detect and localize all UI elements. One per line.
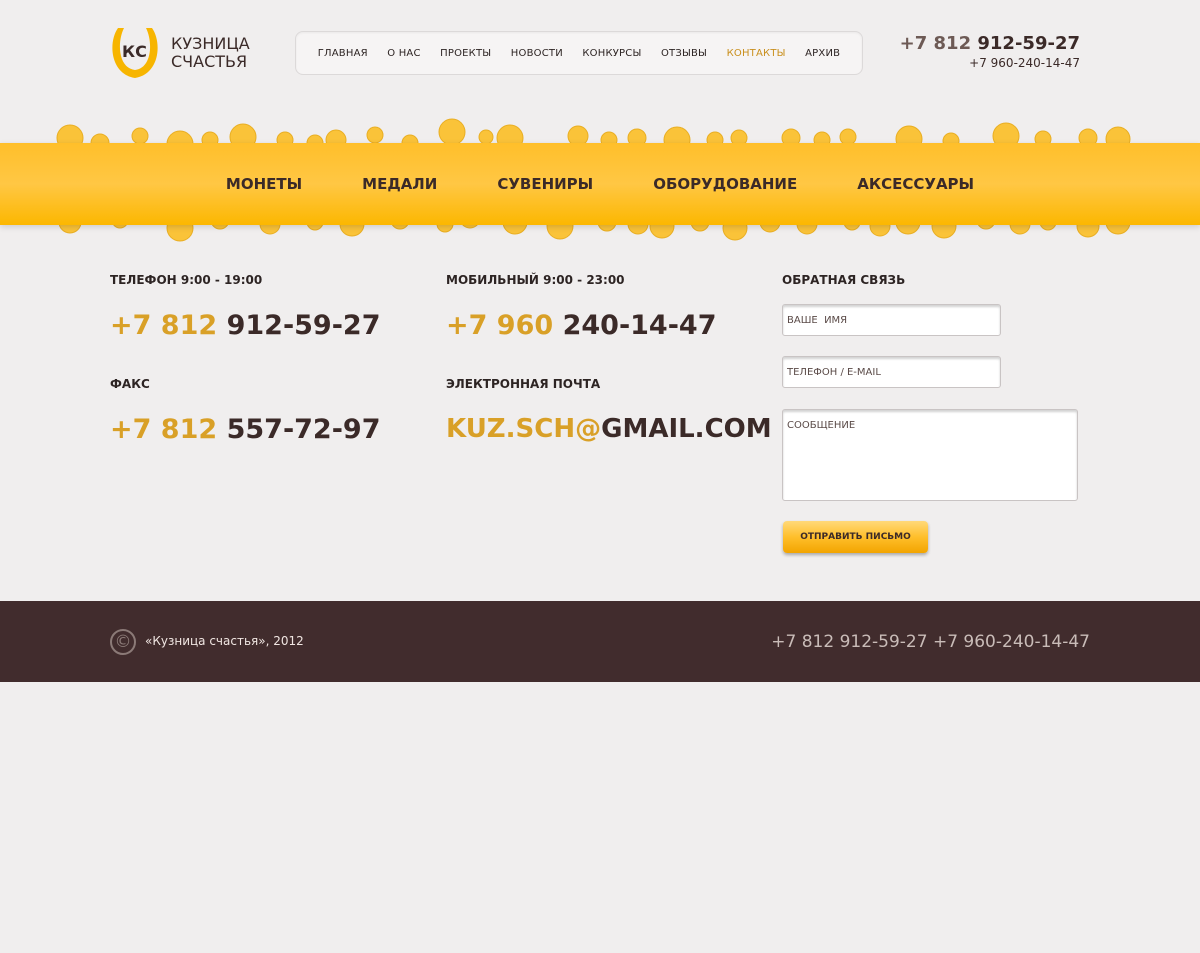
nav-item-reviews[interactable]: ОТЗЫВЫ <box>661 48 707 59</box>
phone-code: +7 812 <box>110 310 218 341</box>
header-phone-secondary: +7 960-240-14-47 <box>969 56 1080 70</box>
email-domain: GMAIL.COM <box>601 414 772 444</box>
mobile-code: +7 960 <box>446 310 554 341</box>
header-phone-code: +7 812 <box>899 33 972 54</box>
logo-line-1: КУЗНИЦА <box>171 34 250 53</box>
fax-label: ФАКС <box>110 377 150 391</box>
footer: © «Кузница счастья», 2012 +7 812 912-59-… <box>0 601 1200 682</box>
fax-code: +7 812 <box>110 414 218 445</box>
send-message-button[interactable]: ОТПРАВИТЬ ПИСЬМО <box>783 521 928 553</box>
coin-decoration <box>131 127 149 145</box>
nav-item-about[interactable]: О НАС <box>387 48 420 59</box>
header-phone-number: 912-59-27 <box>977 33 1080 54</box>
footer-phones: +7 812 912-59-27 +7 960-240-14-47 <box>771 632 1090 652</box>
coin-decoration <box>438 118 466 146</box>
phone-number: 912-59-27 <box>226 310 381 341</box>
phone-label: ТЕЛЕФОН 9:00 - 19:00 <box>110 273 263 287</box>
nav-item-news[interactable]: НОВОСТИ <box>511 48 563 59</box>
copyright-icon: © <box>110 629 136 655</box>
header-phone-main: +7 812 912-59-27 <box>900 33 1080 54</box>
category-equipment[interactable]: ОБОРУДОВАНИЕ <box>653 175 797 193</box>
top-navigation: ГЛАВНАЯ О НАС ПРОЕКТЫ НОВОСТИ КОНКУРСЫ О… <box>295 31 863 75</box>
fax-number: 557-72-97 <box>226 414 381 445</box>
feedback-title: ОБРАТНАЯ СВЯЗЬ <box>782 273 906 287</box>
name-input[interactable] <box>782 304 1001 336</box>
mobile-value: +7 960 240-14-47 <box>446 310 717 341</box>
phone-value: +7 812 912-59-27 <box>110 310 381 341</box>
nav-item-archive[interactable]: АРХИВ <box>805 48 840 59</box>
header: КС КУЗНИЦА СЧАСТЬЯ ГЛАВНАЯ О НАС ПРОЕКТЫ… <box>0 0 1200 110</box>
message-textarea[interactable] <box>782 409 1078 501</box>
mobile-label: МОБИЛЬНЫЙ 9:00 - 23:00 <box>446 273 625 287</box>
nav-item-home[interactable]: ГЛАВНАЯ <box>318 48 368 59</box>
category-souvenirs[interactable]: СУВЕНИРЫ <box>497 175 593 193</box>
fax-value: +7 812 557-72-97 <box>110 414 381 445</box>
nav-item-contacts[interactable]: КОНТАКТЫ <box>727 48 786 59</box>
logo-mark-text: КС <box>122 42 147 61</box>
logo-line-2: СЧАСТЬЯ <box>171 52 248 71</box>
nav-item-projects[interactable]: ПРОЕКТЫ <box>440 48 491 59</box>
copyright-text: «Кузница счастья», 2012 <box>145 634 304 648</box>
nav-item-contests[interactable]: КОНКУРСЫ <box>582 48 641 59</box>
coin-decoration <box>478 129 494 145</box>
category-menu: МОНЕТЫ МЕДАЛИ СУВЕНИРЫ ОБОРУДОВАНИЕ АКСЕ… <box>0 143 1200 225</box>
email-user: KUZ.SCH@ <box>446 414 602 444</box>
email-label: ЭЛЕКТРОННАЯ ПОЧТА <box>446 377 601 391</box>
coin-decoration <box>366 126 384 144</box>
logo[interactable]: КС КУЗНИЦА СЧАСТЬЯ <box>110 24 260 80</box>
category-coins[interactable]: МОНЕТЫ <box>226 175 302 193</box>
category-banner: МОНЕТЫ МЕДАЛИ СУВЕНИРЫ ОБОРУДОВАНИЕ АКСЕ… <box>0 118 1200 243</box>
header-phone: +7 812 912-59-27 +7 960-240-14-47 <box>900 33 1080 70</box>
contact-input[interactable] <box>782 356 1001 388</box>
category-accessories[interactable]: АКСЕССУАРЫ <box>857 175 974 193</box>
category-medals[interactable]: МЕДАЛИ <box>362 175 437 193</box>
logo-text: КУЗНИЦА СЧАСТЬЯ <box>171 35 250 71</box>
mobile-number: 240-14-47 <box>562 310 717 341</box>
email-link[interactable]: KUZ.SCH@GMAIL.COM <box>446 414 772 444</box>
